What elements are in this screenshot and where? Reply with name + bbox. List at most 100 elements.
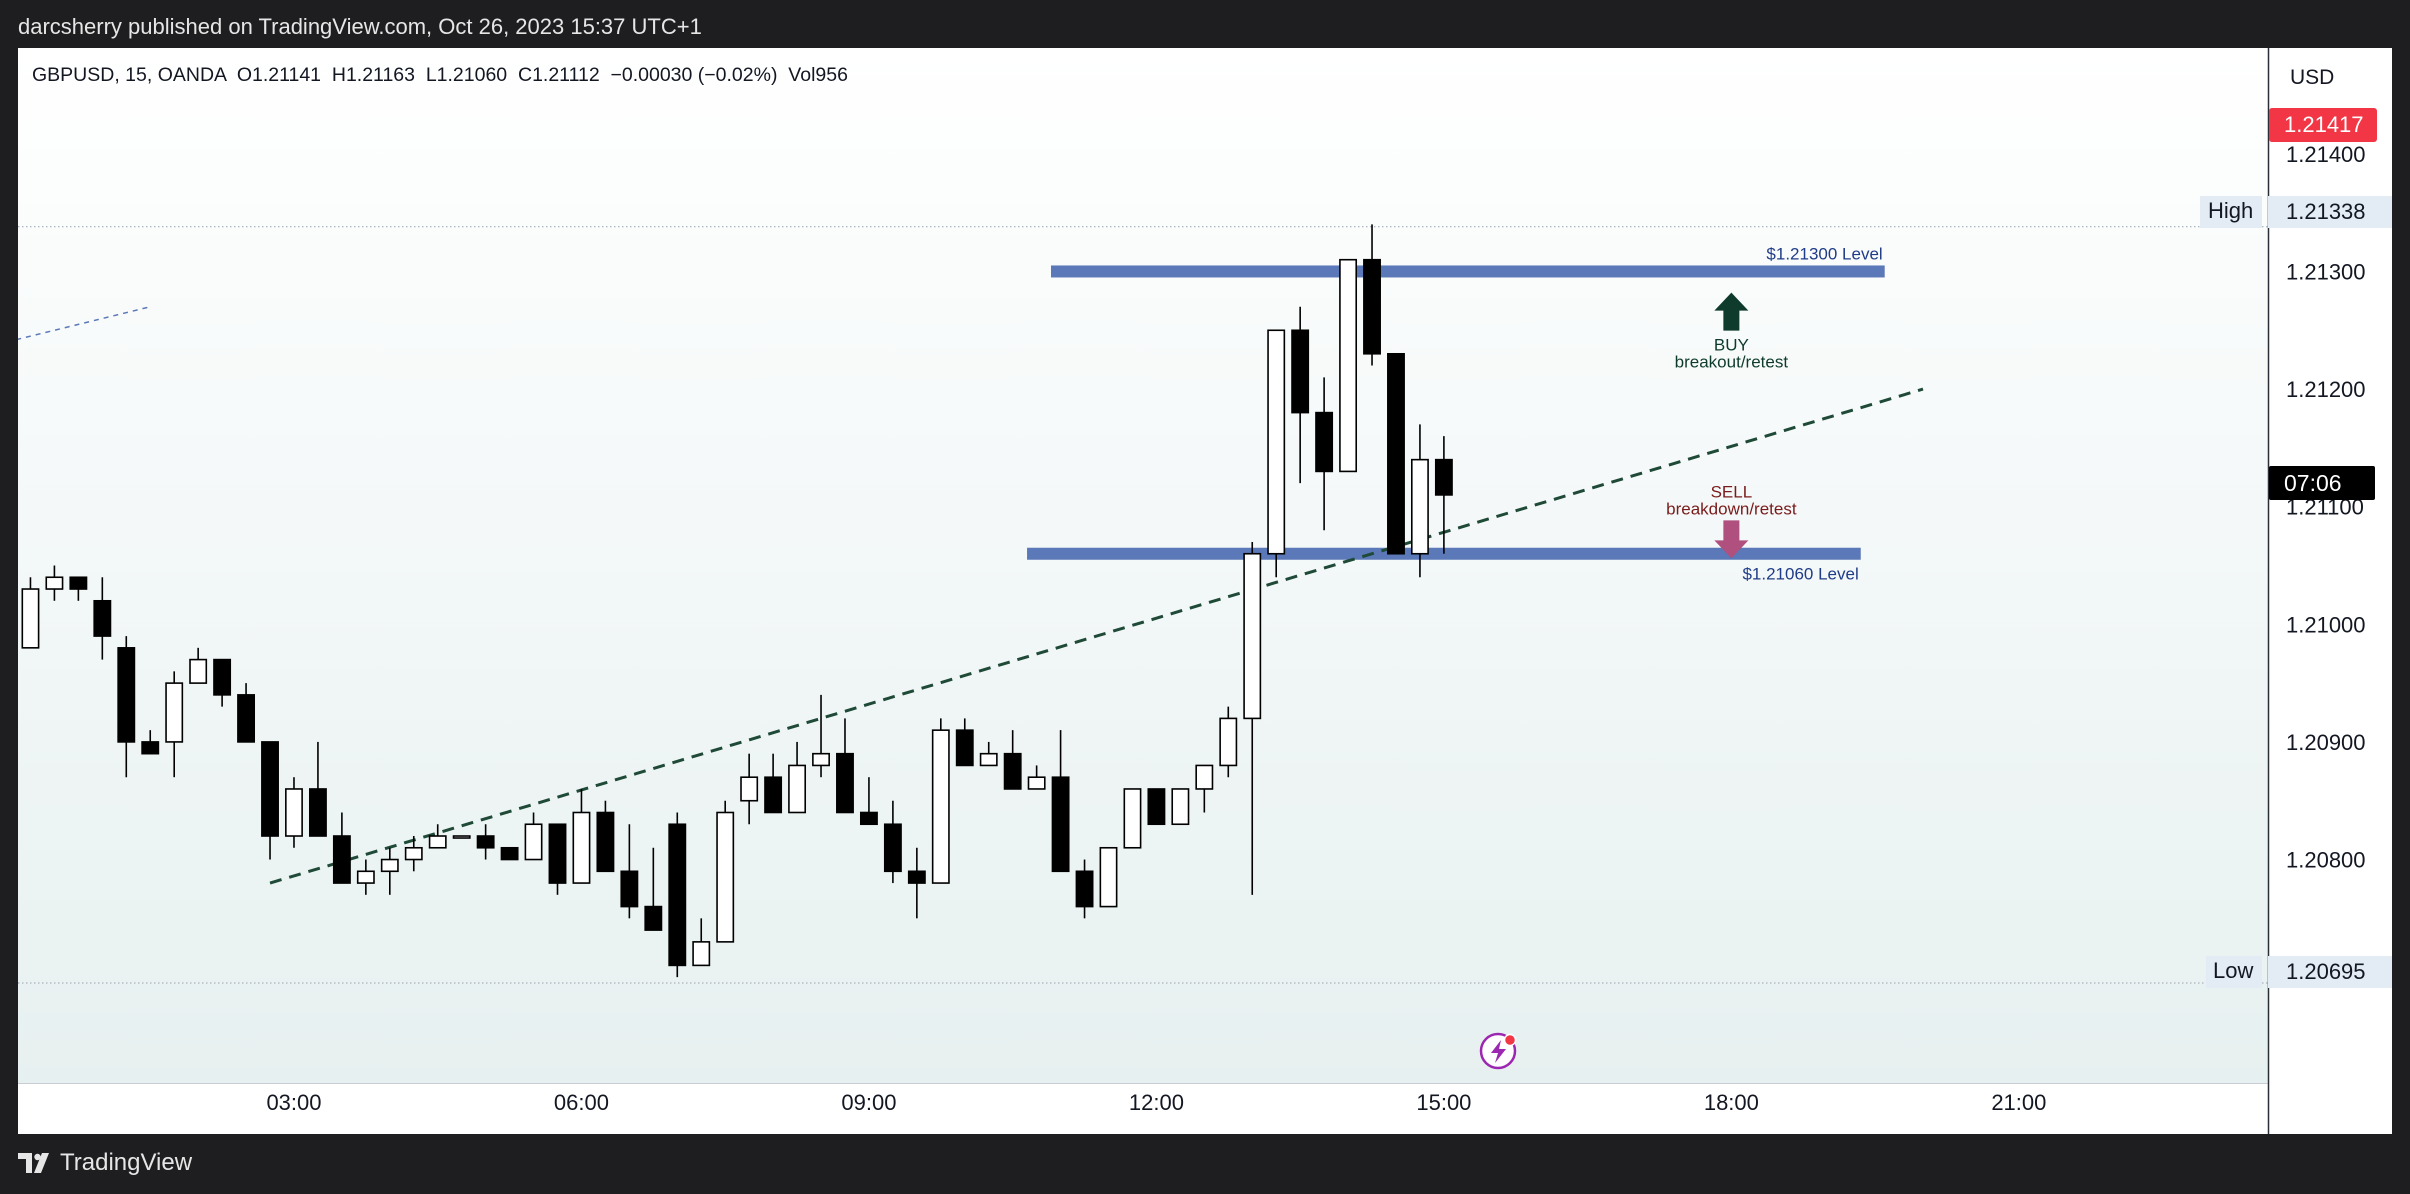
lightning-icon[interactable] xyxy=(1479,1032,1517,1070)
candle-body xyxy=(1243,552,1262,720)
currency-selector[interactable]: USD xyxy=(2290,66,2334,89)
x-tick-label: 21:00 xyxy=(1991,1090,2046,1115)
candle[interactable] xyxy=(452,835,471,839)
candle-body xyxy=(1027,776,1046,790)
candle-body xyxy=(548,823,567,884)
candle-body xyxy=(500,846,519,861)
candle-body xyxy=(931,729,950,884)
candle-body xyxy=(308,788,327,837)
candle-body xyxy=(596,811,615,873)
candle-body xyxy=(812,752,830,767)
high-label: High xyxy=(2208,198,2253,223)
candle-body xyxy=(788,764,807,814)
symbol-legend: GBPUSD, 15, OANDA O1.21141 H1.21163 L1.2… xyxy=(32,64,848,86)
candle-body xyxy=(117,647,136,743)
x-tick-label: 12:00 xyxy=(1129,1090,1184,1115)
candle-body xyxy=(572,811,591,884)
chart-background xyxy=(18,48,2268,1083)
candle-body xyxy=(213,658,232,696)
y-tick-label: 1.21200 xyxy=(2286,377,2366,402)
candle-body xyxy=(836,752,854,814)
candle-body xyxy=(620,870,639,908)
candle-body xyxy=(189,658,208,684)
candle-body xyxy=(45,576,64,590)
candle-body xyxy=(1219,717,1238,767)
candle-body xyxy=(141,741,160,755)
candle-body xyxy=(979,752,998,767)
candle-body xyxy=(1291,329,1310,414)
candle-body xyxy=(1195,764,1214,790)
candle[interactable] xyxy=(716,800,735,943)
candle-body xyxy=(1434,458,1453,496)
tradingview-logo-icon[interactable] xyxy=(18,1151,54,1175)
lightning-icon-dot xyxy=(1503,1033,1517,1047)
candle-body xyxy=(907,870,926,884)
y-tick-label: 1.21400 xyxy=(2286,142,2366,167)
candle-body xyxy=(955,729,974,767)
bar-countdown: 07:06 xyxy=(2284,470,2342,496)
footer-bar: TradingView xyxy=(0,1134,2410,1194)
candle-body xyxy=(404,846,423,861)
candle[interactable] xyxy=(1339,258,1358,473)
price-level-band[interactable] xyxy=(1051,265,1885,278)
candle[interactable] xyxy=(931,718,950,884)
candle-body xyxy=(356,870,375,884)
candle-body xyxy=(524,823,543,861)
candlestick-chart[interactable]: $1.21300 Level$1.21060 Level BUYbreakout… xyxy=(18,48,2392,1134)
logo-mark-t xyxy=(18,1153,32,1173)
tradingview-brand[interactable]: TradingView xyxy=(60,1148,192,1178)
candle[interactable] xyxy=(668,812,687,978)
buy-sublabel: breakout/retest xyxy=(1675,353,1789,372)
candle-body xyxy=(1363,258,1381,355)
candle[interactable] xyxy=(1387,352,1405,555)
candle-body xyxy=(1387,352,1405,555)
candle[interactable] xyxy=(1171,788,1190,826)
candle[interactable] xyxy=(1123,788,1142,849)
candle[interactable] xyxy=(1267,329,1286,578)
candle-body xyxy=(21,588,40,649)
candle-body xyxy=(716,811,735,943)
candle-body xyxy=(740,776,759,802)
candle-body xyxy=(1075,870,1094,908)
candle-body xyxy=(644,905,663,931)
publisher-bar: darcsherry published on TradingView.com,… xyxy=(0,0,2410,48)
sell-sublabel: breakdown/retest xyxy=(1666,499,1797,518)
candle-body xyxy=(1003,752,1022,790)
high-value: 1.21338 xyxy=(2286,199,2366,224)
candle-body xyxy=(1171,788,1190,826)
y-tick-label: 1.20900 xyxy=(2286,730,2366,755)
candle-body xyxy=(1315,411,1334,473)
candle-body xyxy=(285,788,303,837)
candle-body xyxy=(859,811,878,826)
candle-body xyxy=(764,776,783,814)
candle-body xyxy=(428,835,447,849)
price-level-label: $1.21300 Level xyxy=(1766,244,1882,263)
x-tick-label: 09:00 xyxy=(841,1090,896,1115)
low-label: Low xyxy=(2213,958,2253,983)
candle[interactable] xyxy=(1147,788,1166,826)
candle-body xyxy=(261,741,279,837)
low-marker: Low 1.20695 xyxy=(2206,956,2392,988)
candle-body xyxy=(1099,846,1118,908)
x-tick-label: 03:00 xyxy=(266,1090,321,1115)
candle-body xyxy=(380,858,399,873)
candle-body xyxy=(476,835,495,849)
candle-body xyxy=(332,835,351,884)
candle-body xyxy=(1339,258,1358,473)
candle[interactable] xyxy=(500,846,519,861)
candle-body xyxy=(668,823,687,967)
candle-body xyxy=(93,599,112,637)
current-price: 1.21417 xyxy=(2284,112,2364,137)
y-tick-label: 1.21300 xyxy=(2286,259,2366,284)
x-tick-label: 06:00 xyxy=(554,1090,609,1115)
low-value: 1.20695 xyxy=(2286,959,2366,984)
price-level-label: $1.21060 Level xyxy=(1742,565,1858,584)
x-tick-label: 15:00 xyxy=(1416,1090,1471,1115)
candle-body xyxy=(165,682,184,743)
candle-body xyxy=(1410,458,1429,555)
publisher-text: darcsherry published on TradingView.com,… xyxy=(18,14,702,39)
candle-body xyxy=(452,835,471,839)
high-marker: High 1.21338 xyxy=(2200,196,2392,228)
candle[interactable] xyxy=(1099,846,1118,908)
candle-body xyxy=(69,576,88,590)
